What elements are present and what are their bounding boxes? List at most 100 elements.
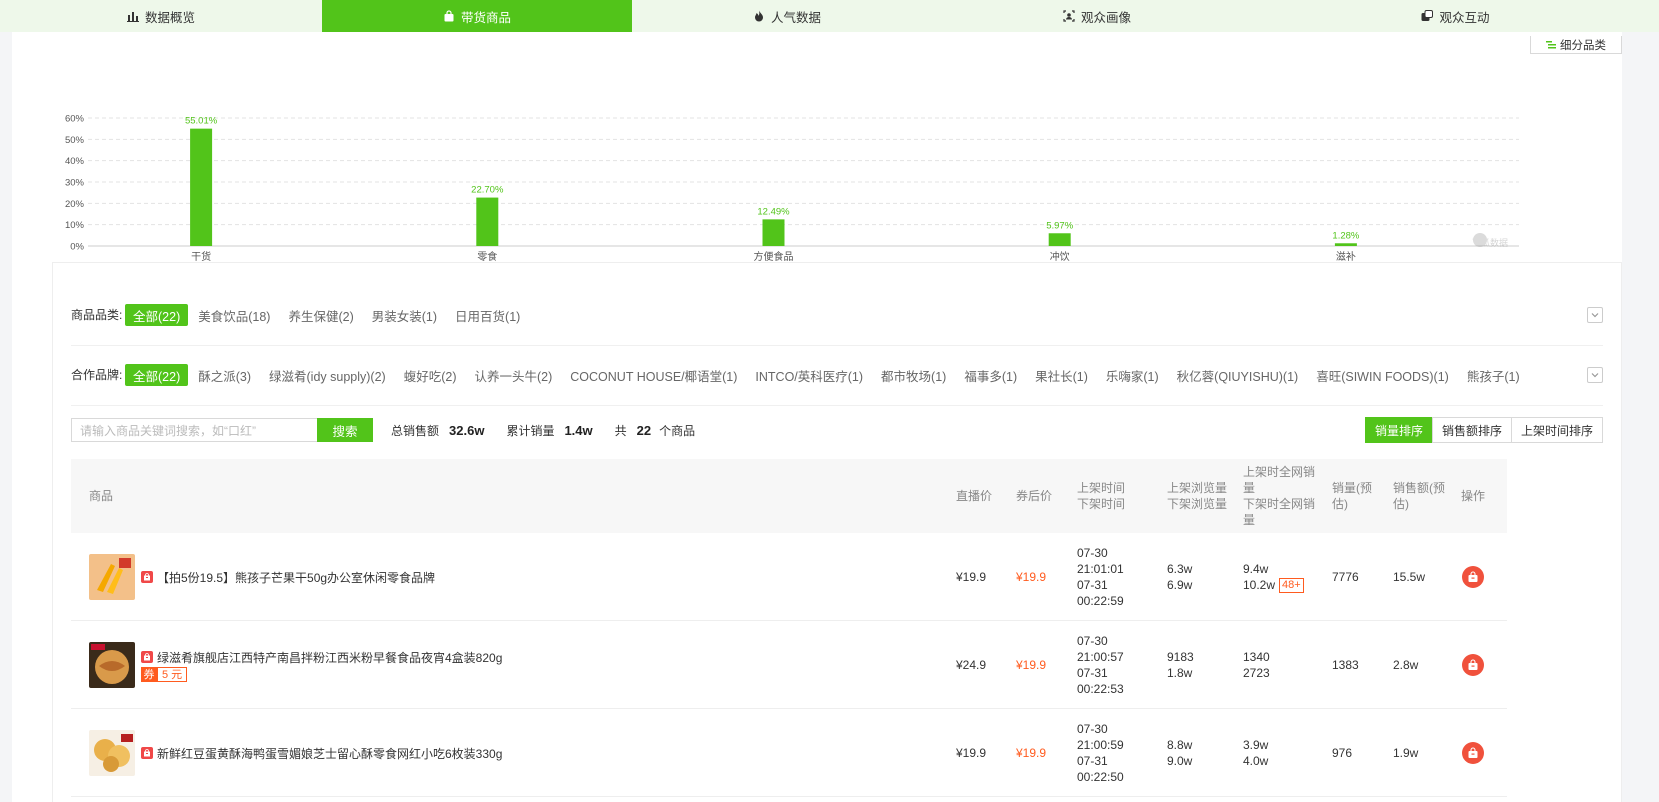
tab-label: 数据概览 xyxy=(144,10,195,25)
on-web-sales: 1340 xyxy=(1243,650,1270,664)
count-suffix: 个商品 xyxy=(659,423,696,438)
off-views: 6.9w xyxy=(1167,578,1193,592)
tab-bar: 数据概览 带货商品 人气数据 观众画像 观众互动 xyxy=(0,0,1659,32)
cum-volume-value: 1.4w xyxy=(564,422,593,438)
header-web-sales: 上架时全网销 量 下架时全网销 量 xyxy=(1243,459,1315,533)
header-web-sales-line: 上架时全网销 xyxy=(1243,465,1316,479)
category-bar-chart: 0% 10% 20% 30% 40% 50% 60% 55.01% 干货 22.70% 零食 12.4… xyxy=(52,72,1612,282)
brand-chip[interactable]: 熊孩子(1) xyxy=(1459,364,1528,386)
shop-icon xyxy=(141,571,153,583)
y-tick-label: 40% xyxy=(65,156,85,167)
table-body: 【拍5份19.5】熊孩子芒果干50g办公室休闲零食品牌 ¥19.9 ¥19.9 … xyxy=(71,533,1507,797)
header-web-sales-line: 下架时全网销 xyxy=(1243,497,1316,511)
category-chip[interactable]: 养生保健(2) xyxy=(280,304,361,326)
subcategory-button[interactable]: 细分品类 xyxy=(1530,36,1622,54)
web-sales-cell: 3.9w 4.0w xyxy=(1243,709,1268,797)
on-time: 21:00:59 xyxy=(1077,738,1124,752)
total-sales-value: 32.6w xyxy=(449,422,485,438)
sort-by-time-button[interactable]: 上架时间排序 xyxy=(1510,417,1603,443)
product-thumbnail[interactable] xyxy=(89,554,135,600)
brand-chip[interactable]: 酥之派(3) xyxy=(190,364,259,386)
coupon-value: 5 元 xyxy=(157,666,188,682)
off-date: 07-31 xyxy=(1077,666,1108,680)
chevron-down-icon xyxy=(1591,313,1599,318)
coupon-tag: 券 xyxy=(141,666,157,682)
product-name[interactable]: 新鲜红豆蛋黄酥海鸭蛋雪媚娘芝士留心酥零食网红小吃6枚装330g xyxy=(157,745,502,762)
category-expand-button[interactable] xyxy=(1587,307,1603,323)
brand-chip[interactable]: INTCO/英科医疗(1) xyxy=(747,364,871,386)
tab-audience-interaction[interactable]: 观众互动 xyxy=(1252,0,1659,32)
sales-volume: 7776 xyxy=(1332,570,1359,584)
after-coupon-price: ¥19.9 xyxy=(1016,570,1047,584)
portrait-icon xyxy=(1063,10,1075,22)
op-cell xyxy=(1462,621,1484,709)
brand-chip[interactable]: 全部(22) xyxy=(125,364,189,386)
sales-amount: 2.8w xyxy=(1393,658,1419,672)
on-web-sales: 3.9w xyxy=(1243,738,1269,752)
views-cell: 9183 1.8w xyxy=(1167,621,1194,709)
tab-popularity[interactable]: 人气数据 xyxy=(632,0,942,32)
product-name-cell: 新鲜红豆蛋黄酥海鸭蛋雪媚娘芝士留心酥零食网红小吃6枚装330g xyxy=(141,709,502,797)
product-thumbnail[interactable] xyxy=(89,730,135,776)
data-label: 1.28% xyxy=(1332,230,1359,241)
shop-bag-button[interactable] xyxy=(1462,742,1484,764)
product-filter-panel: 商品品类: 全部(22) 美食饮品(18) 养生保健(2) 男装女装(1) 日用百货(1… xyxy=(52,262,1622,802)
brand-chip[interactable]: 秋亿蓉(QIUYISHU)(1) xyxy=(1169,364,1307,386)
brand-chip[interactable]: 认养一头牛(2) xyxy=(466,364,560,386)
brand-chip[interactable]: 乐嗨家(1) xyxy=(1098,364,1167,386)
growth-badge: 48+ xyxy=(1279,577,1304,593)
category-chips: 全部(22) 美食饮品(18) 养生保健(2) 男装女装(1) 日用百货(1) xyxy=(125,304,530,326)
brand-expand-button[interactable] xyxy=(1587,367,1603,383)
fire-icon xyxy=(754,10,763,22)
product-thumbnail[interactable] xyxy=(89,642,135,688)
category-chip[interactable]: 全部(22) xyxy=(125,304,189,326)
header-after-coupon: 券后价 xyxy=(1016,489,1053,503)
tab-audience-portrait[interactable]: 观众画像 xyxy=(942,0,1252,32)
shop-bag-button[interactable] xyxy=(1462,566,1484,588)
off-web-sales: 10.2w xyxy=(1243,578,1276,592)
live-price: ¥19.9 xyxy=(956,746,987,760)
table-row: 【拍5份19.5】熊孩子芒果干50g办公室休闲零食品牌 ¥19.9 ¥19.9 … xyxy=(71,533,1507,621)
data-label: 5.97% xyxy=(1046,220,1073,231)
interaction-icon xyxy=(1421,10,1434,21)
sort-group: 销量排序 销售额排序 上架时间排序 xyxy=(1364,417,1603,443)
list-icon xyxy=(1546,40,1556,48)
cum-volume-label: 累计销量 xyxy=(506,423,555,438)
off-views: 9.0w xyxy=(1167,754,1193,768)
category-chip[interactable]: 美食饮品(18) xyxy=(190,304,278,326)
category-filter-label: 商品品类: xyxy=(71,308,123,322)
shop-bag-button[interactable] xyxy=(1462,654,1484,676)
header-web-sales-line: 量 xyxy=(1243,481,1256,495)
brand-chip[interactable]: 喜旺(SIWIN FOODS)(1) xyxy=(1308,364,1457,386)
tab-overview[interactable]: 数据概览 xyxy=(0,0,322,32)
category-chip[interactable]: 男装女装(1) xyxy=(364,304,445,326)
sort-by-volume-button[interactable]: 销量排序 xyxy=(1364,417,1433,443)
off-web-sales: 4.0w xyxy=(1243,754,1269,768)
product-count: 22 xyxy=(636,422,652,438)
header-volume-line: 估) xyxy=(1332,497,1348,511)
brand-chip[interactable]: 福事多(1) xyxy=(956,364,1025,386)
tab-products[interactable]: 带货商品 xyxy=(322,0,632,32)
sort-by-amount-button[interactable]: 销售额排序 xyxy=(1431,417,1512,443)
brand-chip[interactable]: 都市牧场(1) xyxy=(873,364,954,386)
brand-chip[interactable]: 绿滋肴(idy supply)(2) xyxy=(261,364,394,386)
table-header: 商品 直播价 券后价 上架时间 下架时间 上架浏览量 下架浏览量 上架时全网销 … xyxy=(71,459,1507,533)
header-volume: 销量(预 估) xyxy=(1332,459,1372,533)
bar xyxy=(476,197,499,246)
brand-chip[interactable]: COCONUT HOUSE/椰语堂(1) xyxy=(562,364,745,386)
y-tick-label: 30% xyxy=(65,178,85,189)
subcategory-label: 细分品类 xyxy=(1560,39,1606,52)
product-name-cell: 绿滋肴旗舰店江西特产南昌拌粉江西米粉早餐食品夜宵4盒装820g 券 5 元 xyxy=(141,621,502,709)
brand-chip[interactable]: 蝮好吃(2) xyxy=(396,364,465,386)
brand-chip[interactable]: 果社长(1) xyxy=(1027,364,1096,386)
category-chip[interactable]: 日用百货(1) xyxy=(447,304,528,326)
product-name[interactable]: 【拍5份19.5】熊孩子芒果干50g办公室休闲零食品牌 xyxy=(157,569,435,586)
product-table: 商品 直播价 券后价 上架时间 下架时间 上架浏览量 下架浏览量 上架时全网销 … xyxy=(71,459,1507,797)
search-button[interactable]: 搜索 xyxy=(317,418,373,442)
product-name[interactable]: 绿滋肴旗舰店江西特产南昌拌粉江西米粉早餐食品夜宵4盒装820g xyxy=(157,649,502,666)
chart-svg: 0%10%20%30%40%50%60% 55.01%干货22.70%零食12.4… xyxy=(65,114,1519,263)
data-label: 55.01% xyxy=(185,116,218,127)
search-input[interactable]: 请输入商品关键词搜索，如“口红” xyxy=(71,418,317,442)
watermark: 飞瓜数据 xyxy=(1472,232,1572,252)
on-date: 07-30 xyxy=(1077,634,1108,648)
